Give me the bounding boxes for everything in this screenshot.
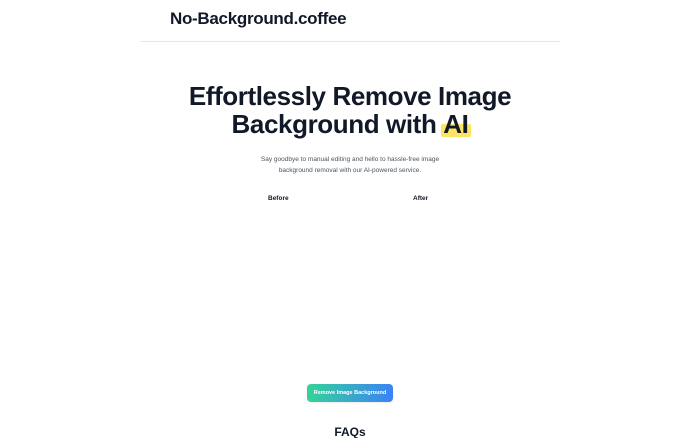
after-label: After	[413, 195, 429, 202]
hero-title-highlight-text: AI	[443, 109, 469, 139]
hero-title-line-2-text: Background with	[231, 109, 444, 139]
hero-title: Effortlessly Remove Image Background wit…	[0, 82, 700, 138]
remove-background-button[interactable]: Remove Image Background	[307, 384, 393, 402]
site-logo[interactable]: No-Background.coffee	[170, 9, 347, 29]
before-label: Before	[268, 195, 289, 202]
faq-heading: FAQs	[334, 425, 366, 438]
hero-title-highlight: AI	[441, 109, 472, 139]
site-header: No-Background.coffee	[140, 0, 560, 42]
hero-subtitle: Say goodbye to manual editing and hello …	[260, 156, 440, 174]
hero-title-line-1: Effortlessly Remove Image	[188, 81, 512, 111]
before-after-comparison	[210, 210, 490, 370]
page: No-Background.coffee Effortlessly Remove…	[0, 0, 700, 438]
hero-title-line-2: Background with AI	[0, 110, 700, 138]
